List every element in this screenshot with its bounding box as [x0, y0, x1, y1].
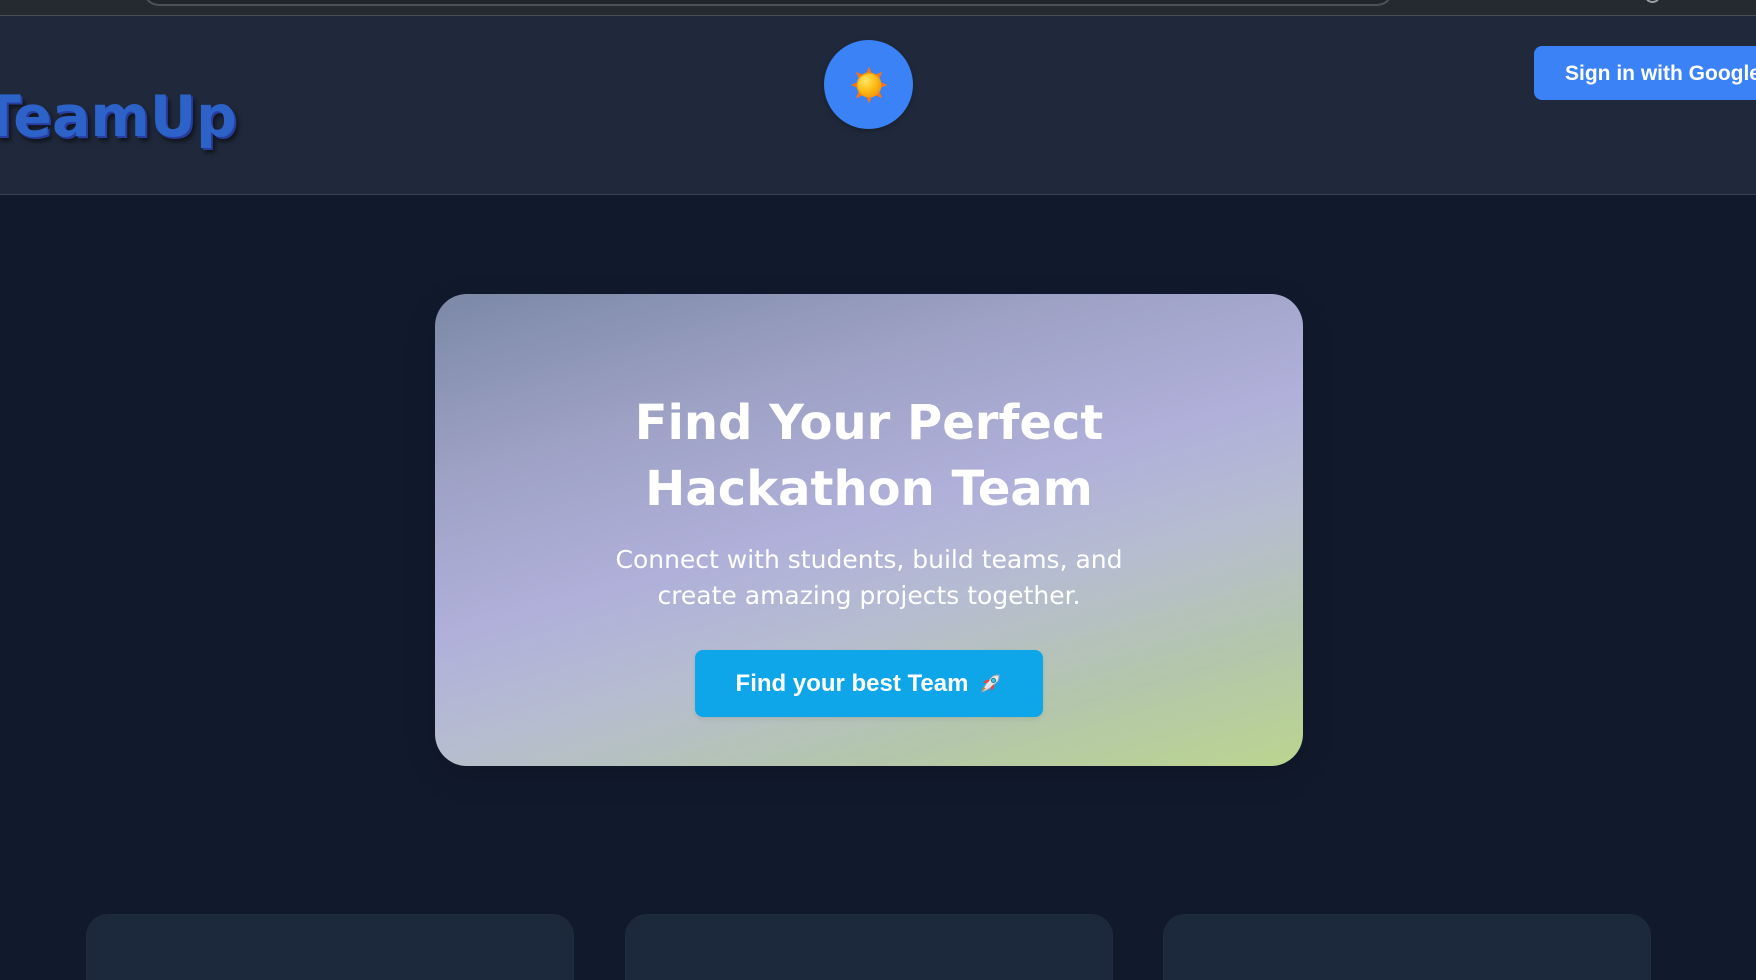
browser-chrome	[0, 0, 1756, 16]
feature-card-3	[1163, 914, 1651, 980]
sign-in-google-button[interactable]: Sign in with Google	[1534, 46, 1756, 100]
feature-card-1	[86, 914, 574, 980]
hero-card: Find Your Perfect Hackathon Team Connect…	[435, 294, 1303, 766]
theme-toggle-button[interactable]	[824, 40, 913, 129]
main-content: Find Your Perfect Hackathon Team Connect…	[0, 195, 1756, 980]
find-team-button[interactable]: Find your best Team	[695, 650, 1043, 717]
browser-profile-icon[interactable]	[1646, 0, 1659, 3]
brand-logo[interactable]: TeamUp	[0, 89, 237, 146]
find-team-button-label: Find your best Team	[735, 669, 969, 697]
feature-card-2	[625, 914, 1113, 980]
top-navigation: TeamUp Sign in with Google	[0, 16, 1756, 195]
browser-address-bar[interactable]	[143, 0, 1393, 6]
rocket-icon	[981, 673, 1000, 693]
hero-subtitle: Connect with students, build teams, and …	[615, 545, 1123, 610]
hero-title: Find Your Perfect Hackathon Team	[634, 395, 1104, 517]
sun-icon	[850, 66, 887, 103]
